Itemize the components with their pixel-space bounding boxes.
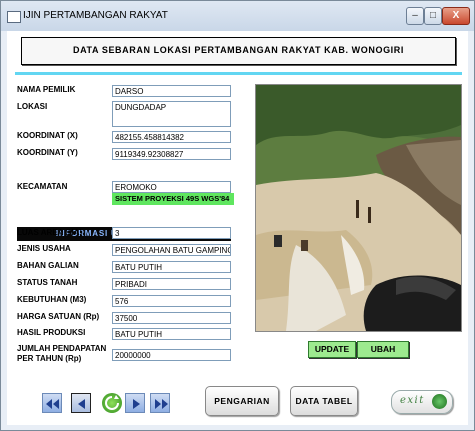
hasil-produksi-field[interactable]: BATU PUTIH [112,328,231,340]
projection-system-badge: SISTEM PROYEKSI 49S WGS'84 [112,193,234,205]
pengarian-button[interactable]: PENGARIAN [205,386,279,416]
exit-knob-icon [432,394,447,409]
label-bahan-galian: BAHAN GALIAN [17,261,79,270]
page-title: DATA SEBARAN LOKASI PERTAMBANGAN RAKYAT … [73,45,404,55]
status-tanah-field[interactable]: PRIBADI [112,278,231,290]
data-tabel-button[interactable]: DATA TABEL [290,386,358,416]
form-panel: DATA SEBARAN LOKASI PERTAMBANGAN RAKYAT … [7,31,468,425]
label-luas-area: LUAS AREA (HA) [17,228,83,237]
title-bar: IJIN PERTAMBANGAN RAKYAT – □ X [1,1,474,31]
pendapatan-field[interactable]: 20000000 [112,349,231,361]
close-button[interactable]: X [442,7,470,25]
label-pendapatan-line1: JUMLAH PENDAPATAN [17,344,107,353]
lokasi-field[interactable]: DUNGDADAP [112,101,231,127]
bahan-galian-field[interactable]: BATU PUTIH [112,261,231,273]
kecamatan-field[interactable]: EROMOKO [112,181,231,193]
jenis-usaha-field[interactable]: PENGOLAHAN BATU GAMPING [112,244,231,256]
harga-satuan-field[interactable]: 37500 [112,312,231,324]
label-koordinat-x: KOORDINAT (X) [17,131,78,140]
label-kebutuhan: KEBUTUHAN (M3) [17,295,87,304]
last-record-button[interactable] [150,393,170,413]
label-lokasi: LOKASI [17,102,48,111]
label-hasil-produksi: HASIL PRODUKSI [17,328,86,337]
koordinat-x-field[interactable]: 482155.458814382 [112,131,231,143]
window-title: IJIN PERTAMBANGAN RAKYAT [23,10,168,21]
label-kecamatan: KECAMATAN [17,182,68,191]
label-status-tanah: STATUS TANAH [17,278,78,287]
minimize-button[interactable]: – [406,7,424,25]
label-pendapatan-line2: PER TAHUN (Rp) [17,354,82,363]
exit-button[interactable]: exit [391,390,453,414]
exit-button-label: exit [400,395,425,406]
label-harga-satuan: HARGA SATUAN (Rp) [17,312,100,321]
label-koordinat-y: KOORDINAT (Y) [17,148,78,157]
maximize-button[interactable]: □ [424,7,442,25]
label-nama-pemilik: NAMA PEMILIK [17,85,76,94]
last-record-icon [155,399,168,409]
next-record-button[interactable] [125,393,145,413]
previous-record-button[interactable] [71,393,91,413]
app-window-icon [7,11,21,23]
kebutuhan-field[interactable]: 576 [112,295,231,307]
refresh-icon [105,395,119,410]
header-banner: DATA SEBARAN LOKASI PERTAMBANGAN RAKYAT … [21,37,456,65]
ubah-button[interactable]: UBAH [357,341,409,358]
luas-area-field[interactable]: 3 [112,227,231,239]
update-button[interactable]: UPDATE [308,341,356,358]
mining-site-photo-drawing [256,85,461,331]
label-jenis-usaha: JENIS USAHA [17,244,71,253]
nama-pemilik-field[interactable]: DARSO [112,85,231,97]
refresh-button[interactable] [102,393,122,413]
app-window: IJIN PERTAMBANGAN RAKYAT – □ X DATA SEBA… [0,0,475,431]
next-record-icon [133,399,140,409]
first-record-button[interactable] [42,393,62,413]
previous-record-icon [78,399,85,409]
mining-site-photo [255,84,462,332]
header-divider [15,72,462,75]
koordinat-y-field[interactable]: 9119349.92308827 [112,148,231,160]
first-record-icon [46,399,59,409]
